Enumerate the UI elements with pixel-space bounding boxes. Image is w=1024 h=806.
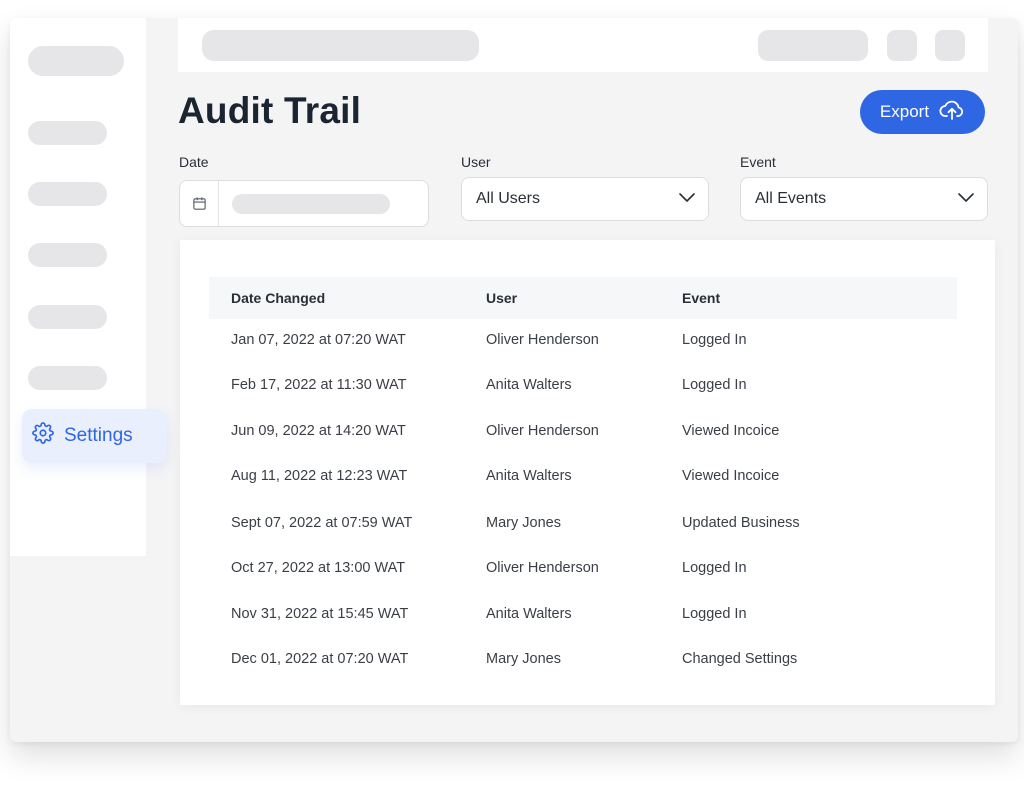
sidebar-item-placeholder[interactable]	[28, 121, 107, 145]
cell-user: Mary Jones	[486, 514, 561, 531]
cell-user: Oliver Henderson	[486, 331, 599, 348]
cell-user: Anita Walters	[486, 376, 572, 393]
date-filter-label: Date	[179, 154, 209, 170]
cell-event: Updated Business	[682, 514, 800, 531]
cell-user: Anita Walters	[486, 467, 572, 484]
column-header-user[interactable]: User	[486, 290, 517, 306]
table-row[interactable]: Oct 27, 2022 at 13:00 WAT Oliver Henders…	[209, 545, 957, 590]
top-bar	[178, 18, 988, 72]
cell-date: Dec 01, 2022 at 07:20 WAT	[231, 650, 409, 667]
user-select[interactable]: All Users	[461, 177, 709, 221]
event-filter-label: Event	[740, 154, 776, 170]
topbar-icon-placeholder[interactable]	[887, 30, 917, 61]
user-filter-label: User	[461, 154, 491, 170]
cell-event: Logged In	[682, 376, 747, 393]
column-header-event[interactable]: Event	[682, 290, 720, 306]
cell-date: Oct 27, 2022 at 13:00 WAT	[231, 559, 406, 576]
table-row[interactable]: Jun 09, 2022 at 14:20 WAT Oliver Henders…	[209, 408, 957, 453]
table-header: Date Changed User Event	[209, 277, 957, 319]
cell-date: Sept 07, 2022 at 07:59 WAT	[231, 514, 413, 531]
event-select-value: All Events	[755, 190, 827, 207]
app-window: Settings Audit Trail Export Date User Al…	[10, 18, 1018, 742]
cell-user: Oliver Henderson	[486, 559, 599, 576]
gear-icon	[32, 422, 54, 450]
cell-event: Viewed Incoice	[682, 467, 780, 484]
sidebar-item-settings[interactable]: Settings	[22, 409, 167, 463]
chevron-down-icon	[957, 190, 975, 208]
cell-user: Mary Jones	[486, 650, 561, 667]
table-row[interactable]: Dec 01, 2022 at 07:20 WAT Mary Jones Cha…	[209, 636, 957, 681]
cell-user: Oliver Henderson	[486, 422, 599, 439]
cell-event: Changed Settings	[682, 650, 798, 667]
table-row[interactable]: Aug 11, 2022 at 12:23 WAT Anita Walters …	[209, 453, 957, 498]
date-value-placeholder	[232, 194, 390, 214]
search-placeholder[interactable]	[202, 30, 479, 61]
export-button[interactable]: Export	[860, 90, 985, 134]
sidebar-item-placeholder[interactable]	[28, 366, 107, 390]
cell-date: Jan 07, 2022 at 07:20 WAT	[231, 331, 406, 348]
cell-date: Jun 09, 2022 at 14:20 WAT	[231, 422, 406, 439]
table-row[interactable]: Feb 17, 2022 at 11:30 WAT Anita Walters …	[209, 362, 957, 407]
topbar-button-placeholder[interactable]	[758, 30, 868, 61]
cell-user: Anita Walters	[486, 605, 572, 622]
topbar-icon-placeholder[interactable]	[935, 30, 965, 61]
cell-event: Viewed Incoice	[682, 422, 780, 439]
cell-event: Logged In	[682, 605, 747, 622]
event-select[interactable]: All Events	[740, 177, 988, 221]
date-picker[interactable]	[179, 180, 429, 227]
cell-event: Logged In	[682, 559, 747, 576]
cell-event: Logged In	[682, 331, 747, 348]
column-header-date[interactable]: Date Changed	[231, 290, 325, 306]
user-select-value: All Users	[476, 190, 541, 207]
calendar-icon[interactable]	[180, 181, 219, 226]
export-button-label: Export	[879, 102, 930, 121]
cell-date: Nov 31, 2022 at 15:45 WAT	[231, 605, 409, 622]
sidebar	[10, 18, 146, 556]
cell-date: Aug 11, 2022 at 12:23 WAT	[231, 467, 408, 484]
cloud-upload-icon	[939, 99, 965, 126]
sidebar-logo-placeholder	[28, 46, 124, 76]
sidebar-item-placeholder[interactable]	[28, 243, 107, 267]
table-row[interactable]: Jan 07, 2022 at 07:20 WAT Oliver Henders…	[209, 317, 957, 362]
sidebar-item-placeholder[interactable]	[28, 305, 107, 329]
sidebar-item-label: Settings	[64, 425, 133, 446]
table-row[interactable]: Sept 07, 2022 at 07:59 WAT Mary Jones Up…	[209, 500, 957, 545]
chevron-down-icon	[678, 190, 696, 208]
cell-date: Feb 17, 2022 at 11:30 WAT	[231, 376, 407, 393]
table-row[interactable]: Nov 31, 2022 at 15:45 WAT Anita Walters …	[209, 591, 957, 636]
sidebar-item-placeholder[interactable]	[28, 182, 107, 206]
page-title: Audit Trail	[178, 90, 362, 131]
audit-table-card: Date Changed User Event Jan 07, 2022 at …	[180, 240, 995, 705]
